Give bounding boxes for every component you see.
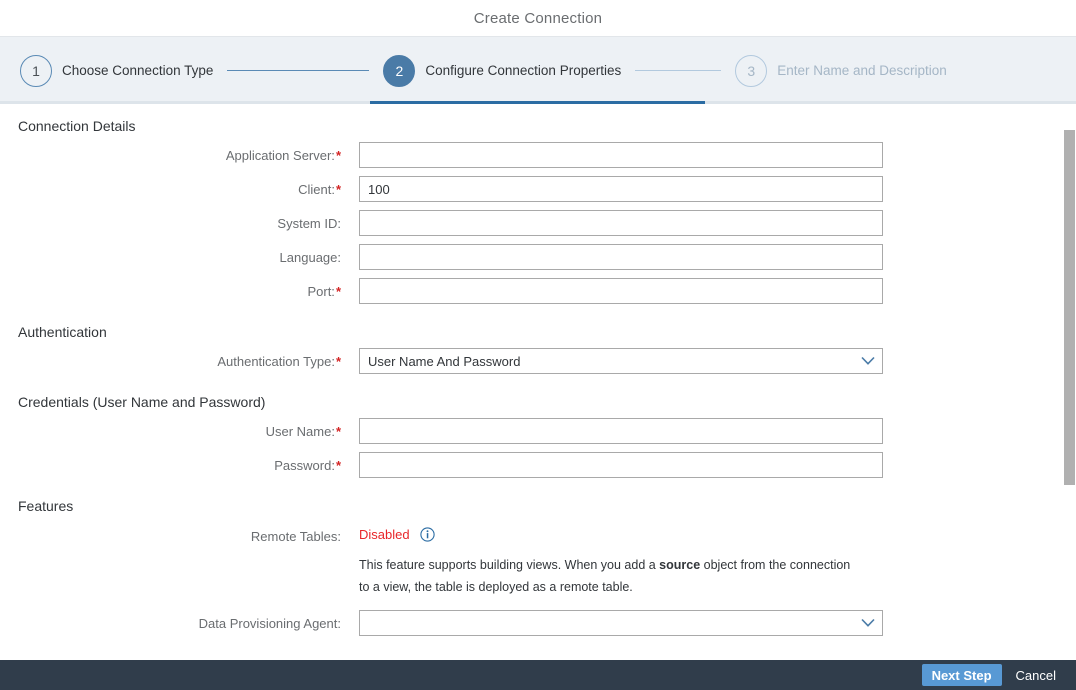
- remote-tables-help-text: This feature supports building views. Wh…: [359, 554, 859, 598]
- required-marker: *: [335, 283, 341, 299]
- form-content: Connection Details Application Server:* …: [0, 104, 1076, 661]
- data-provisioning-agent-value[interactable]: [359, 610, 883, 636]
- label-password: Password:*: [274, 457, 341, 473]
- wizard-connector-1-2: [227, 70, 370, 71]
- field-row-data-provisioning-agent: Data Provisioning Agent:: [0, 610, 1076, 636]
- section-title-authentication: Authentication: [18, 324, 107, 340]
- label-authentication-type: Authentication Type:*: [217, 353, 341, 369]
- label-remote-tables: Remote Tables:: [250, 529, 341, 544]
- field-row-language: Language:: [0, 244, 1076, 270]
- dialog-footer: Next Step Cancel: [0, 660, 1076, 690]
- wizard-step-1-label: Choose Connection Type: [62, 63, 214, 78]
- required-marker: *: [335, 353, 341, 369]
- label-application-server: Application Server:*: [225, 147, 341, 163]
- dialog-titlebar: Create Connection: [0, 0, 1076, 36]
- wizard-step-2-number: 2: [383, 54, 416, 87]
- help-bold-term: source: [659, 558, 701, 572]
- wizard-step-3: 3 Enter Name and Description: [735, 37, 947, 104]
- client-input[interactable]: [359, 176, 883, 202]
- section-title-connection-details: Connection Details: [18, 118, 136, 134]
- required-marker: *: [335, 423, 341, 439]
- section-title-credentials: Credentials (User Name and Password): [18, 394, 266, 410]
- field-row-user-name: User Name:*: [0, 418, 1076, 444]
- password-input[interactable]: [359, 452, 883, 478]
- application-server-input[interactable]: [359, 142, 883, 168]
- field-row-password: Password:*: [0, 452, 1076, 478]
- wizard-step-strip: 1 Choose Connection Type 2 Configure Con…: [0, 36, 1076, 104]
- field-row-authentication-type: Authentication Type:*: [0, 348, 1076, 374]
- wizard-step-1[interactable]: 1 Choose Connection Type: [20, 37, 213, 104]
- required-marker: *: [335, 457, 341, 473]
- wizard-connector-2-3: [635, 70, 722, 71]
- info-icon[interactable]: [420, 527, 435, 546]
- required-marker: *: [335, 147, 341, 163]
- port-input[interactable]: [359, 278, 883, 304]
- help-prefix: This feature supports building views. Wh…: [359, 558, 660, 572]
- label-data-provisioning-agent: Data Provisioning Agent:: [198, 615, 341, 631]
- system-id-input[interactable]: [359, 210, 883, 236]
- content-scrollbar-track[interactable]: [1063, 104, 1076, 661]
- next-step-button[interactable]: Next Step: [921, 664, 1002, 686]
- wizard-step-2-label: Configure Connection Properties: [425, 63, 622, 78]
- wizard-step-3-label: Enter Name and Description: [777, 63, 947, 78]
- wizard-step-2[interactable]: 2 Configure Connection Properties: [383, 37, 621, 104]
- label-system-id: System ID:: [277, 215, 341, 231]
- wizard-step-1-number: 1: [20, 54, 52, 87]
- authentication-type-select[interactable]: [359, 348, 883, 374]
- wizard-step-3-number: 3: [735, 54, 768, 87]
- page-title: Create Connection: [473, 9, 603, 27]
- label-port: Port:*: [307, 283, 341, 299]
- field-row-client: Client:*: [0, 176, 1076, 202]
- cancel-button[interactable]: Cancel: [1008, 664, 1064, 686]
- create-connection-dialog: Create Connection 1 Choose Connection Ty…: [0, 0, 1076, 690]
- field-row-remote-tables: Remote Tables: Disabled: [0, 526, 1076, 547]
- label-language: Language:: [279, 249, 341, 265]
- label-user-name: User Name:*: [265, 423, 341, 439]
- section-title-features: Features: [18, 498, 74, 514]
- required-marker: *: [335, 181, 341, 197]
- user-name-input[interactable]: [359, 418, 883, 444]
- data-provisioning-agent-select[interactable]: [359, 610, 883, 636]
- field-row-application-server: Application Server:*: [0, 142, 1076, 168]
- content-scrollbar-thumb[interactable]: [1064, 130, 1075, 485]
- language-input[interactable]: [359, 244, 883, 270]
- remote-tables-status: Disabled: [359, 527, 410, 542]
- field-row-system-id: System ID:: [0, 210, 1076, 236]
- authentication-type-value[interactable]: [359, 348, 883, 374]
- field-row-port: Port:*: [0, 278, 1076, 304]
- label-client: Client:*: [298, 181, 341, 197]
